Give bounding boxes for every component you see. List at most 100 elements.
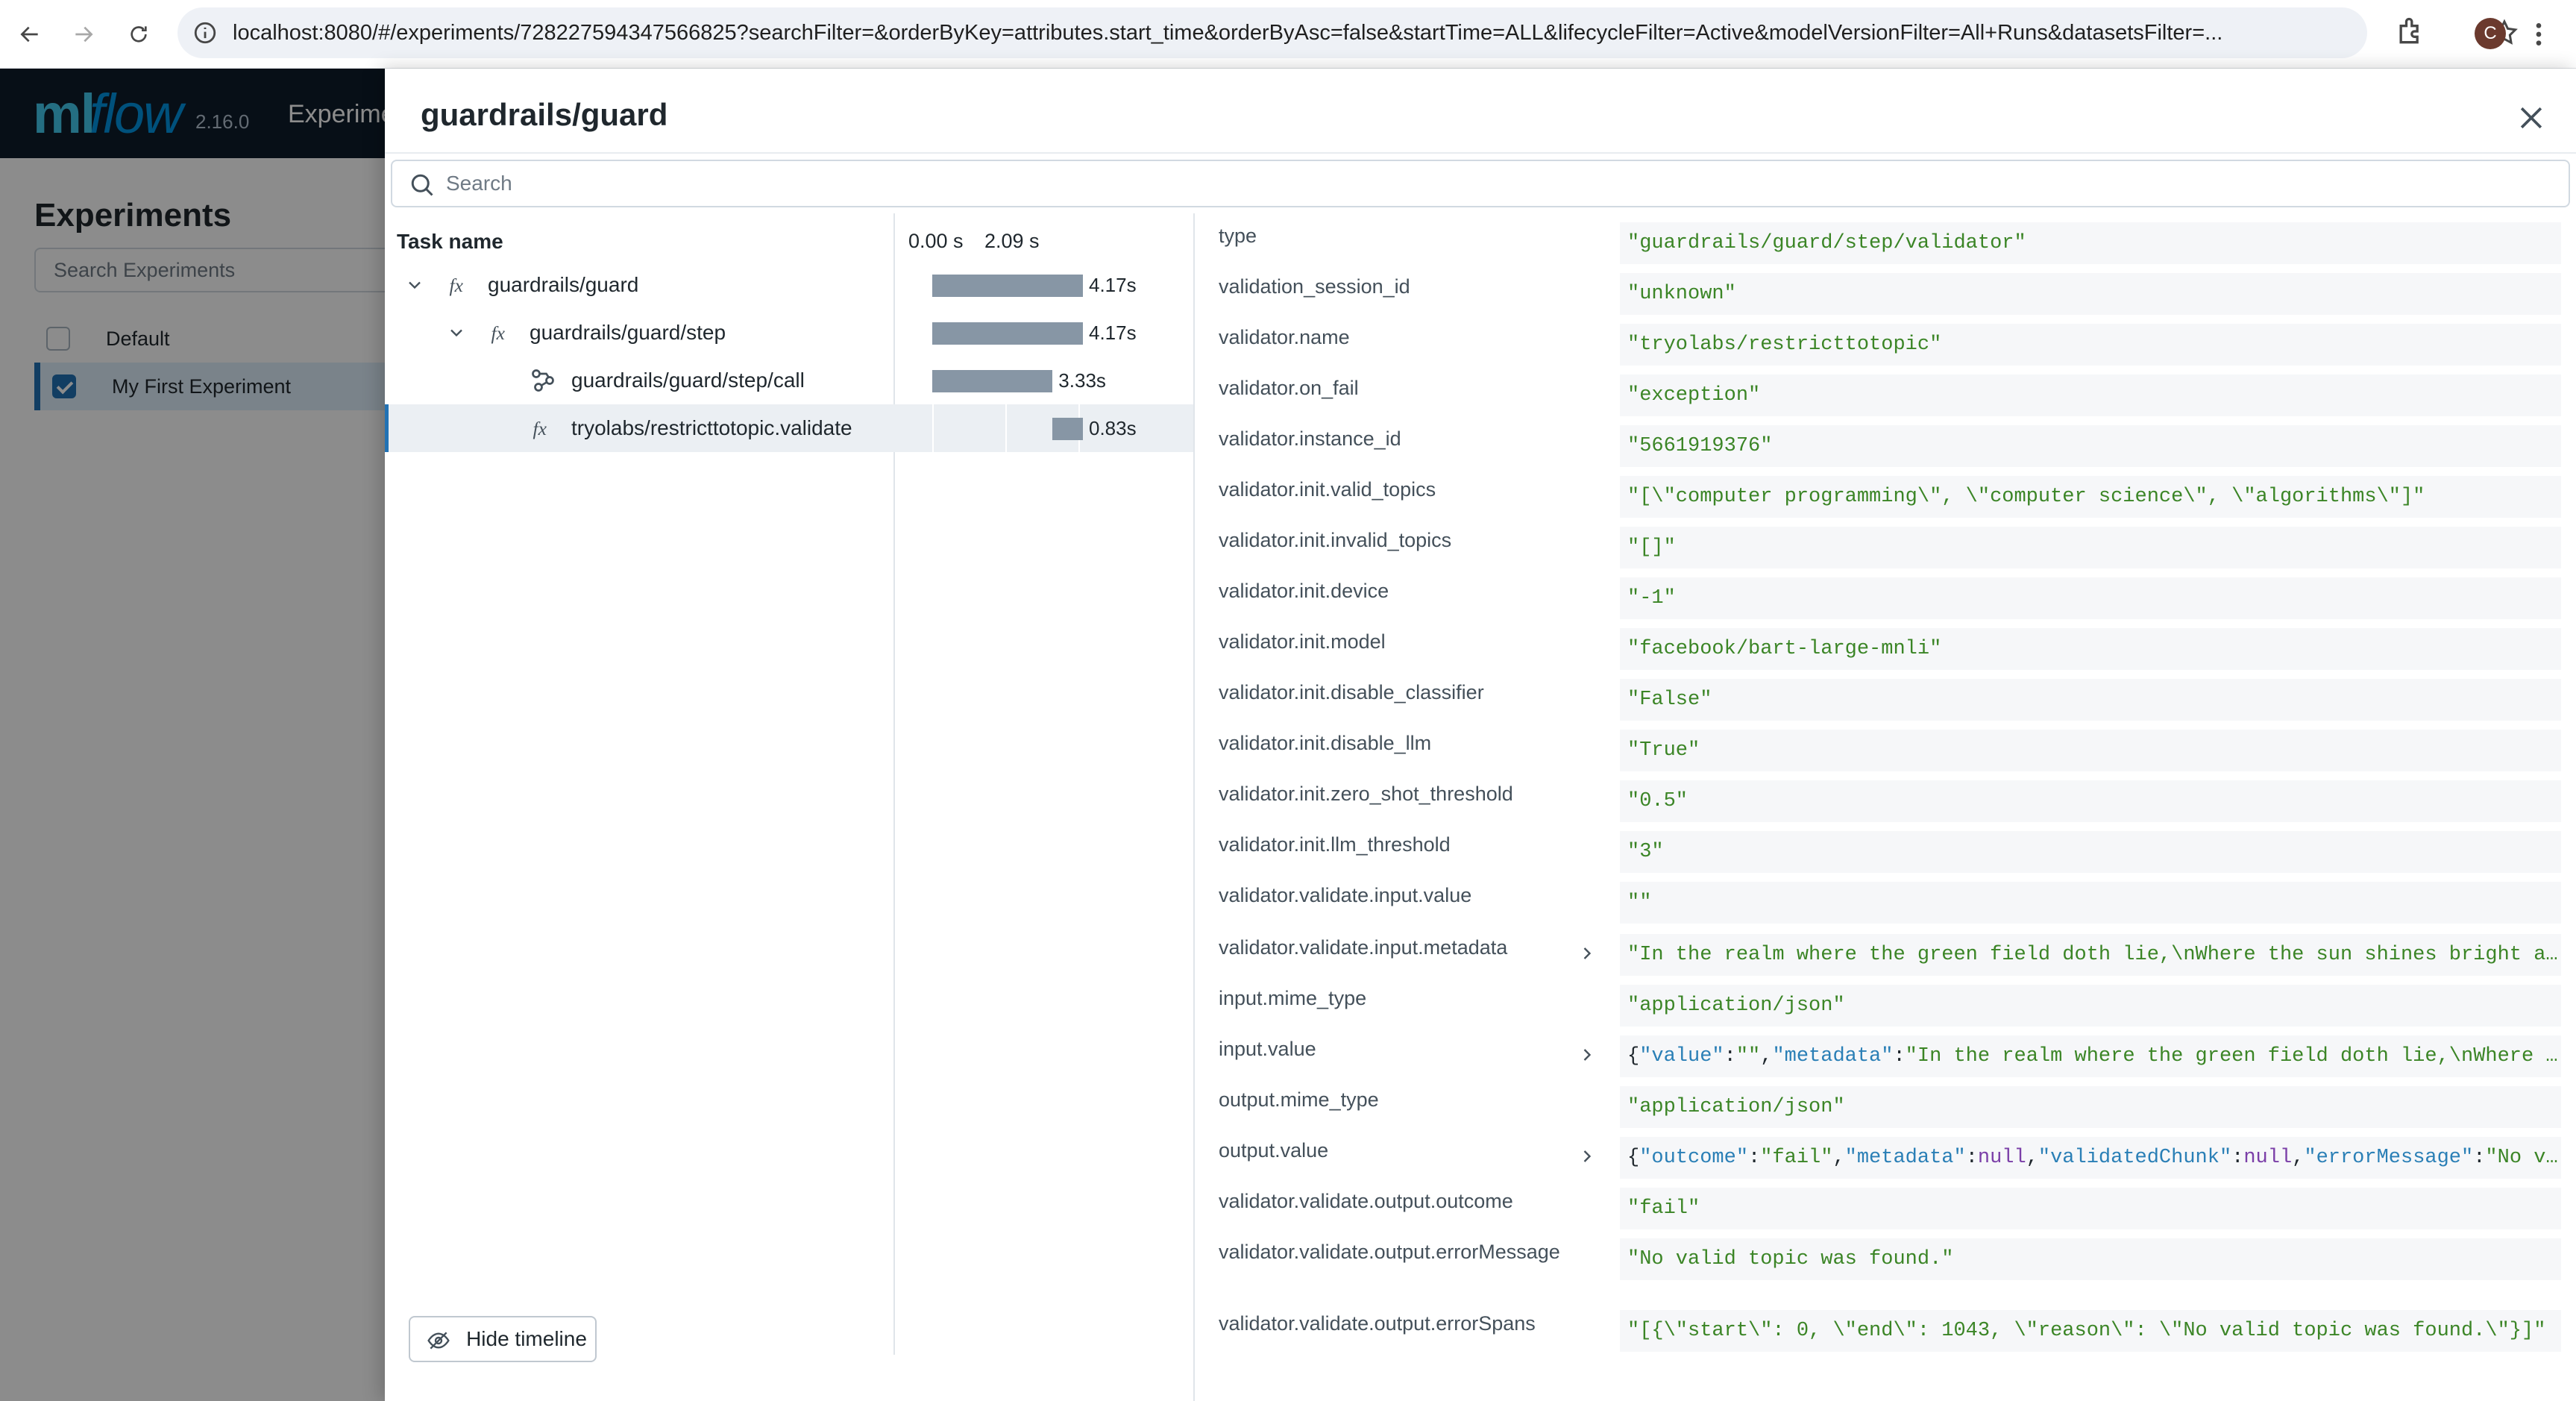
attribute-value: "facebook/bart-large-mnli" xyxy=(1620,628,2561,670)
back-button[interactable] xyxy=(12,16,48,52)
attribute-key: validator.init.device xyxy=(1219,580,1389,602)
attribute-value: "tryolabs/restricttotopic" xyxy=(1620,324,2561,366)
attribute-key: validator.validate.output.errorSpans xyxy=(1219,1312,1536,1335)
span-row[interactable]: fx tryolabs/restricttotopic.validate 0.83s xyxy=(385,404,1193,452)
svg-text:fx: fx xyxy=(491,322,506,344)
attribute-key: input.value xyxy=(1219,1038,1316,1060)
attribute-key: validator.instance_id xyxy=(1219,427,1401,450)
attribute-value: "[\"computer programming\", \"computer s… xyxy=(1620,476,2561,518)
attribute-row: validator.init.llm_threshold "3" xyxy=(1195,831,2576,882)
attribute-key: validation_session_id xyxy=(1219,275,1410,298)
attribute-value: "" xyxy=(1620,882,2561,924)
attribute-key: validator.validate.input.value xyxy=(1219,884,1472,906)
attribute-row: validator.init.valid_topics "[\"computer … xyxy=(1195,476,2576,527)
title-divider xyxy=(385,152,2576,154)
attribute-key: validator.validate.output.outcome xyxy=(1219,1190,1513,1212)
attribute-key: validator.validate.input.metadata xyxy=(1219,936,1508,959)
extensions-icon[interactable] xyxy=(2394,15,2427,48)
reload-button[interactable] xyxy=(121,16,157,52)
span-row[interactable]: fx guardrails/guard 4.17s xyxy=(385,261,1193,309)
attribute-value: {"value":"","metadata":"In the realm whe… xyxy=(1620,1035,2561,1077)
attribute-row: validation_session_id "unknown" xyxy=(1195,273,2576,324)
chevron-right-icon[interactable] xyxy=(1577,943,1598,964)
attribute-key: validator.validate.output.errorMessage xyxy=(1219,1241,1560,1263)
hide-timeline-button[interactable]: Hide timeline xyxy=(409,1316,597,1362)
attribute-row: validator.validate.input.value "" xyxy=(1195,882,2576,933)
attribute-row: validator.validate.output.errorMessage "N… xyxy=(1195,1238,2576,1289)
span-name: tryolabs/restricttotopic.validate xyxy=(571,416,852,439)
attribute-key: validator.init.valid_topics xyxy=(1219,478,1436,501)
attribute-value: "application/json" xyxy=(1620,985,2561,1027)
svg-text:fx: fx xyxy=(450,275,464,296)
attribute-value: "application/json" xyxy=(1620,1086,2561,1128)
chevron-right-icon[interactable] xyxy=(1577,1044,1598,1065)
span-duration-label: 0.83s xyxy=(1089,417,1137,439)
attribute-value: {"outcome":"fail","metadata":null,"valid… xyxy=(1620,1137,2561,1179)
function-icon: fx xyxy=(533,418,547,439)
chevron-down-icon[interactable] xyxy=(404,275,425,295)
attribute-value: "True" xyxy=(1620,730,2561,771)
attribute-row: validator.name "tryolabs/restricttotopic" xyxy=(1195,324,2576,374)
span-duration-label: 4.17s xyxy=(1089,322,1137,344)
trace-drawer: guardrails/guard Task name 0.00 s 2.09 s… xyxy=(385,69,2576,1401)
close-icon[interactable] xyxy=(2515,101,2548,134)
span-duration-bar xyxy=(932,322,1083,345)
span-row[interactable]: guardrails/guard/step/call 3.33s xyxy=(385,357,1193,404)
profile-avatar[interactable]: C xyxy=(2475,18,2506,49)
attribute-value: "0.5" xyxy=(1620,780,2561,822)
span-duration-bar xyxy=(932,370,1053,392)
svg-text:fx: fx xyxy=(533,418,547,439)
span-duration-bar xyxy=(932,275,1083,297)
search-icon xyxy=(411,174,433,196)
span-tree-panel: Task name 0.00 s 2.09 s fx guardrails/gua… xyxy=(385,213,1193,1401)
search-input[interactable] xyxy=(446,166,2534,201)
attribute-value: "[{\"start\": 0, \"end\": 1043, \"reason… xyxy=(1620,1310,2561,1352)
attribute-row: input.mime_type "application/json" xyxy=(1195,985,2576,1035)
drawer-title: guardrails/guard xyxy=(421,97,668,132)
attribute-row: output.value {"outcome":"fail","metadata"… xyxy=(1195,1137,2576,1188)
timeline-mid-label: 2.09 s xyxy=(984,230,1040,252)
attribute-value: "unknown" xyxy=(1620,273,2561,315)
more-vert-icon[interactable] xyxy=(2524,18,2554,51)
span-row[interactable]: fx guardrails/guard/step 4.17s xyxy=(385,309,1193,357)
attribute-value: "-1" xyxy=(1620,577,2561,619)
attribute-row: validator.init.zero_shot_threshold "0.5" xyxy=(1195,780,2576,831)
attribute-row: validator.instance_id "5661919376" xyxy=(1195,425,2576,476)
attribute-row: validator.validate.output.errorSpans "[{\… xyxy=(1195,1310,2576,1361)
attribute-value: "fail" xyxy=(1620,1188,2561,1229)
attribute-key: validator.name xyxy=(1219,326,1350,348)
function-icon: fx xyxy=(450,275,464,296)
attribute-value: "guardrails/guard/step/validator" xyxy=(1620,222,2561,264)
chain-icon xyxy=(532,369,554,392)
attribute-row: validator.on_fail "exception" xyxy=(1195,374,2576,425)
attribute-key: validator.init.model xyxy=(1219,630,1386,653)
span-attributes-panel: type "guardrails/guard/step/validator" val… xyxy=(1195,213,2576,1401)
attribute-key: input.mime_type xyxy=(1219,987,1367,1009)
hide-timeline-label: Hide timeline xyxy=(466,1327,587,1350)
span-duration-label: 3.33s xyxy=(1058,369,1106,392)
attribute-key: validator.init.llm_threshold xyxy=(1219,833,1451,856)
address-bar[interactable]: localhost:8080/#/experiments/72822759434… xyxy=(178,7,2518,58)
attribute-row: output.mime_type "application/json" xyxy=(1195,1086,2576,1137)
site-info-icon[interactable] xyxy=(192,20,218,46)
eye-off-icon xyxy=(427,1332,450,1350)
span-duration-label: 4.17s xyxy=(1089,274,1137,296)
attribute-row: validator.init.invalid_topics "[]" xyxy=(1195,527,2576,577)
attribute-value: "3" xyxy=(1620,831,2561,873)
attribute-key: validator.init.invalid_topics xyxy=(1219,529,1452,551)
forward-button[interactable] xyxy=(66,16,101,52)
attribute-key: output.value xyxy=(1219,1139,1329,1162)
attribute-key: validator.init.zero_shot_threshold xyxy=(1219,783,1513,805)
trace-search-box[interactable] xyxy=(391,160,2570,207)
attribute-row: validator.init.model "facebook/bart-large… xyxy=(1195,628,2576,679)
arrow-right-icon xyxy=(75,26,93,43)
attribute-key: output.mime_type xyxy=(1219,1088,1379,1111)
chevron-right-icon[interactable] xyxy=(1577,1146,1598,1167)
span-name: guardrails/guard xyxy=(488,273,639,296)
attribute-row: validator.init.disable_llm "True" xyxy=(1195,730,2576,780)
url-text[interactable]: localhost:8080/#/experiments/72822759434… xyxy=(233,7,2321,58)
attribute-key: validator.init.disable_classifier xyxy=(1219,681,1484,703)
attribute-value: "exception" xyxy=(1620,374,2561,416)
timeline-gridline xyxy=(1005,404,1007,452)
chevron-down-icon[interactable] xyxy=(446,322,467,343)
